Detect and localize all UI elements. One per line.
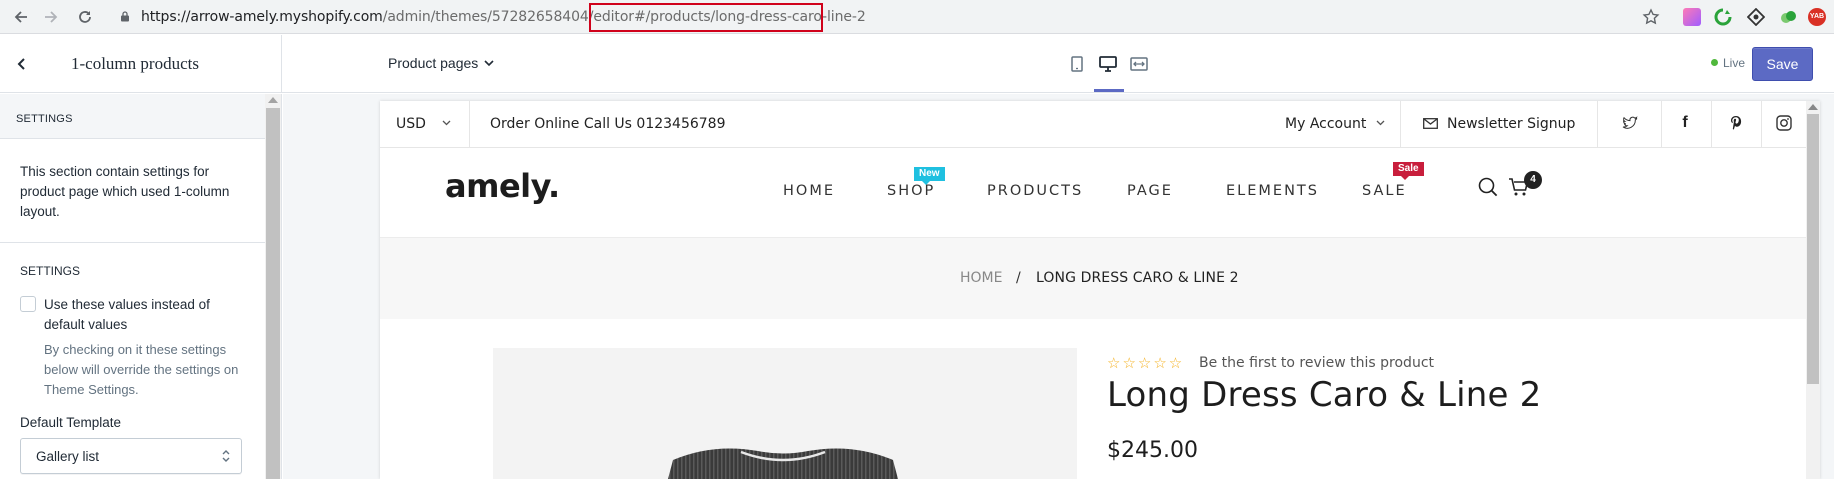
extension-gradient-icon[interactable] (1683, 8, 1701, 26)
twitter-icon[interactable] (1621, 114, 1639, 132)
sidebar-scrollbar-thumb[interactable] (266, 108, 280, 479)
live-dot (1711, 59, 1718, 66)
select-arrows-icon (222, 450, 230, 462)
page-type-label: Product pages (388, 55, 479, 71)
breadcrumb-home[interactable]: HOME (960, 270, 1002, 286)
store-logo[interactable]: amely. (445, 167, 560, 205)
product-image[interactable] (493, 348, 1077, 479)
mail-icon (1423, 118, 1438, 129)
chevron-down-icon (442, 120, 451, 126)
nav-item-home[interactable]: HOME (783, 183, 835, 199)
divider (0, 242, 265, 243)
star-bookmark-icon[interactable] (1642, 8, 1660, 26)
preview-scrollbar-thumb[interactable] (1807, 114, 1819, 384)
sidebar-header: 1-column products (0, 35, 282, 93)
live-status: Live (1711, 56, 1745, 70)
review-prompt[interactable]: Be the first to review this product (1199, 355, 1434, 371)
default-template-label: Default Template (20, 415, 122, 430)
chevron-down-icon (484, 60, 494, 67)
override-checkbox-label[interactable]: Use these values instead of default valu… (44, 295, 244, 335)
instagram-icon[interactable] (1775, 114, 1793, 132)
dress-image (668, 448, 898, 479)
currency-value: USD (396, 116, 426, 132)
scroll-up-arrow-icon[interactable] (268, 97, 278, 103)
settings-heading: SETTINGS (20, 264, 81, 278)
scroll-up-arrow-icon[interactable] (1808, 104, 1818, 110)
nav-item-shop[interactable]: SHOP (887, 183, 935, 199)
desktop-view-icon[interactable] (1097, 53, 1119, 75)
order-phone-text: Order Online Call Us 0123456789 (490, 116, 726, 132)
lock-icon (121, 11, 129, 22)
product-title: Long Dress Caro & Line 2 (1107, 375, 1542, 415)
url-host: https://arrow-amely.myshopify.com (141, 9, 383, 25)
divider (1761, 101, 1762, 148)
sale-badge: Sale (1393, 162, 1424, 180)
settings-sidebar: SETTINGS This section contain settings f… (0, 94, 282, 479)
newsletter-link[interactable]: Newsletter Signup (1423, 116, 1575, 132)
product-price: $245.00 (1107, 438, 1198, 463)
chevron-down-icon (1376, 120, 1385, 126)
extension-red-icon[interactable]: YAB (1808, 8, 1826, 26)
new-badge: New (914, 167, 945, 185)
live-label: Live (1723, 56, 1746, 70)
extension-diamond-icon[interactable] (1746, 7, 1766, 27)
cart-count-badge: 4 (1524, 171, 1542, 189)
facebook-icon[interactable]: f (1676, 114, 1694, 132)
breadcrumb: HOME / LONG DRESS CARO & LINE 2 (380, 238, 1806, 319)
browser-toolbar: https://arrow-amely.myshopify.com/admin/… (0, 0, 1834, 34)
mobile-view-icon[interactable] (1066, 53, 1088, 75)
default-template-select[interactable]: Gallery list (20, 438, 242, 474)
rating-stars: ☆☆☆☆☆ (1107, 355, 1185, 372)
url-highlight-box (589, 3, 823, 32)
divider (1597, 101, 1598, 148)
back-arrow-icon[interactable] (10, 6, 32, 28)
divider (1400, 101, 1401, 148)
section-description: This section contain settings for produc… (20, 164, 230, 219)
default-template-value: Gallery list (36, 449, 100, 464)
sidebar-section-header: SETTINGS (0, 94, 265, 139)
pinterest-icon[interactable] (1727, 114, 1745, 132)
extension-refresh-icon[interactable] (1714, 8, 1732, 26)
extension-green-icon[interactable] (1779, 8, 1797, 26)
store-top-bar: USD Order Online Call Us 0123456789 My A… (380, 101, 1806, 148)
nav-item-elements[interactable]: ELEMENTS (1226, 183, 1319, 199)
active-view-indicator (1094, 89, 1124, 92)
nav-item-products[interactable]: PRODUCTS (987, 183, 1083, 199)
override-checkbox[interactable] (20, 296, 36, 312)
my-account-menu[interactable]: My Account (1285, 116, 1385, 132)
override-help-text: By checking on it these settings below w… (44, 342, 239, 397)
new-badge-label: New (919, 168, 940, 179)
page-type-selector[interactable]: Product pages (388, 55, 494, 71)
breadcrumb-current: LONG DRESS CARO & LINE 2 (1036, 270, 1239, 286)
newsletter-label: Newsletter Signup (1447, 116, 1576, 132)
store-main-nav: amely. HOME SHOP New PRODUCTS PAGE ELEME… (380, 149, 1806, 238)
reload-icon[interactable] (74, 6, 96, 28)
divider (469, 101, 470, 148)
chevron-left-icon[interactable] (14, 56, 30, 72)
search-icon[interactable] (1477, 176, 1499, 198)
divider (1661, 101, 1662, 148)
fullscreen-view-icon[interactable] (1128, 53, 1150, 75)
sidebar-section-label: SETTINGS (16, 113, 73, 125)
my-account-label: My Account (1285, 116, 1367, 132)
save-button[interactable]: Save (1752, 47, 1813, 81)
forward-arrow-icon[interactable] (40, 6, 62, 28)
nav-item-page[interactable]: PAGE (1127, 183, 1173, 199)
sale-badge-label: Sale (1398, 163, 1419, 174)
nav-item-sale[interactable]: SALE (1362, 183, 1407, 199)
breadcrumb-separator: / (1016, 270, 1021, 286)
divider (1711, 101, 1712, 148)
currency-selector[interactable]: USD (396, 116, 451, 132)
storefront-preview: USD Order Online Call Us 0123456789 My A… (380, 101, 1820, 479)
editor-header: 1-column products Product pages Live Sav… (0, 35, 1834, 93)
section-title: 1-column products (71, 54, 199, 73)
